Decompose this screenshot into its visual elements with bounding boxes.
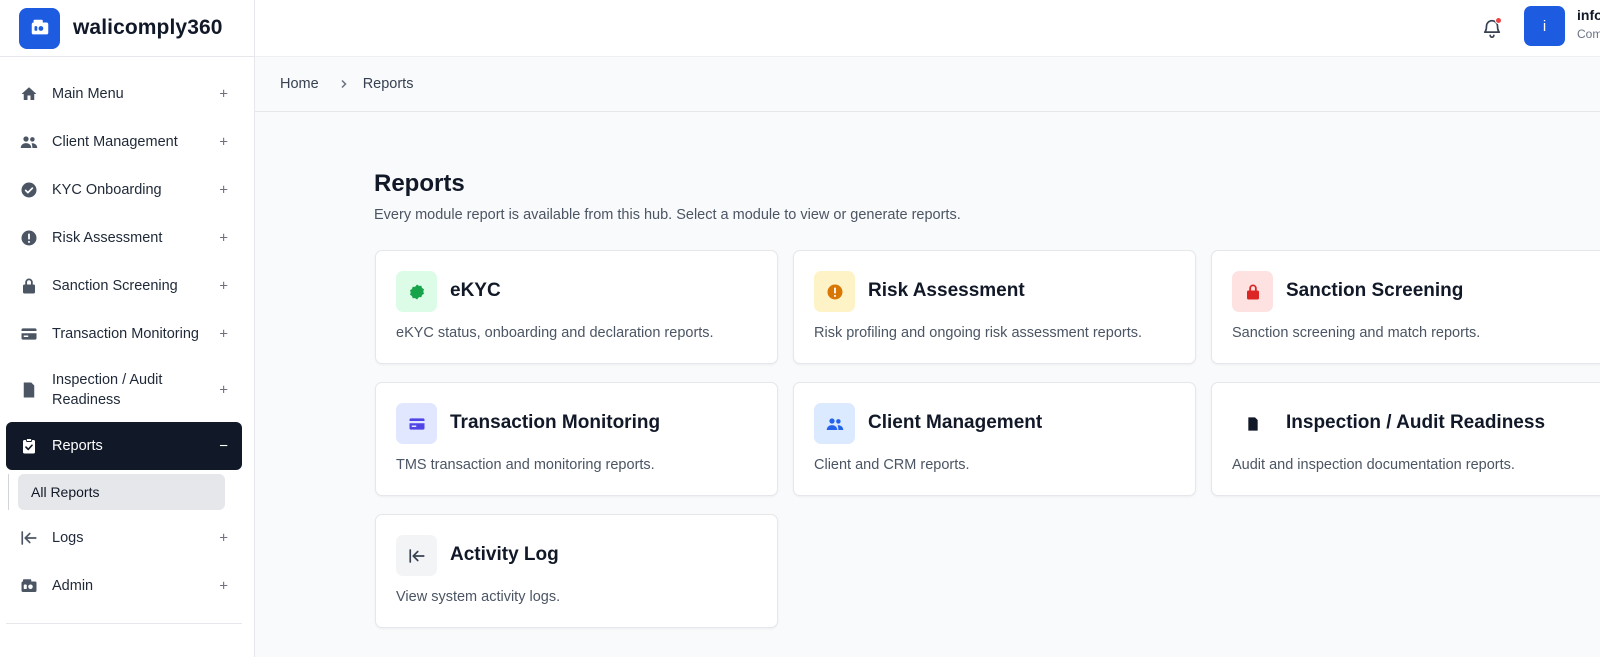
user-name[interactable]: info: [1577, 7, 1600, 23]
arrow-left-bar-icon: [396, 535, 437, 576]
sidebar-nav: Main Menu + Client Management + KYC Onbo…: [6, 70, 242, 610]
report-card-risk-assessment[interactable]: Risk Assessment Risk profiling and ongoi…: [793, 250, 1196, 364]
credit-card-icon: [396, 403, 437, 444]
document-icon: [20, 381, 38, 399]
brand[interactable]: walicomply360: [0, 0, 254, 57]
subnav-item-all-reports[interactable]: All Reports: [18, 474, 225, 510]
expand-icon[interactable]: +: [219, 86, 228, 103]
arrow-left-bar-icon: [20, 529, 38, 547]
sidebar-item-main-menu[interactable]: Main Menu +: [6, 70, 242, 118]
sidebar-item-admin[interactable]: Admin +: [6, 562, 242, 610]
badge-icon: [396, 271, 437, 312]
card-title: Transaction Monitoring: [450, 412, 661, 433]
breadcrumb-current: Reports: [362, 76, 414, 92]
admin-icon: [20, 577, 38, 595]
expand-icon[interactable]: +: [219, 230, 228, 247]
sidebar-item-label: Admin: [52, 578, 94, 594]
user-role: Com: [1577, 27, 1600, 41]
home-icon: [20, 85, 38, 103]
document-icon: [1232, 403, 1273, 444]
report-card-inspection-audit[interactable]: Inspection / Audit Readiness Audit and i…: [1211, 382, 1600, 496]
page-title: Reports: [374, 170, 465, 197]
topbar: i info Com: [255, 0, 1600, 57]
sidebar-item-reports[interactable]: Reports −: [6, 422, 242, 470]
sidebar-item-transaction-monitoring[interactable]: Transaction Monitoring +: [6, 310, 242, 358]
chevron-right-icon: [339, 76, 349, 92]
card-description: TMS transaction and monitoring reports.: [396, 457, 655, 473]
notification-badge: [1495, 17, 1502, 24]
card-description: View system activity logs.: [396, 589, 561, 605]
report-card-sanction-screening[interactable]: Sanction Screening Sanction screening an…: [1211, 250, 1600, 364]
expand-icon[interactable]: +: [219, 382, 228, 399]
sidebar: walicomply360 Main Menu + Client Managem…: [0, 0, 255, 657]
card-title: Sanction Screening: [1286, 280, 1464, 301]
expand-icon[interactable]: +: [219, 578, 228, 595]
sidebar-item-inspection-audit[interactable]: Inspection / Audit Readiness +: [6, 358, 242, 422]
card-description: eKYC status, onboarding and declaration …: [396, 325, 714, 341]
collapse-icon[interactable]: −: [219, 438, 228, 455]
report-card-ekyc[interactable]: eKYC eKYC status, onboarding and declara…: [375, 250, 778, 364]
sidebar-item-label: Client Management: [52, 134, 178, 150]
card-title: Inspection / Audit Readiness: [1286, 412, 1546, 433]
expand-icon[interactable]: +: [219, 326, 228, 343]
bell-icon[interactable]: [1481, 17, 1503, 39]
breadcrumb: Home Reports: [255, 57, 1600, 112]
card-description: Risk profiling and ongoing risk assessme…: [814, 325, 1143, 341]
sidebar-item-label: Reports: [52, 438, 103, 454]
report-card-client-management[interactable]: Client Management Client and CRM reports…: [793, 382, 1196, 496]
sidebar-item-kyc-onboarding[interactable]: KYC Onboarding +: [6, 166, 242, 214]
card-description: Audit and inspection documentation repor…: [1232, 457, 1515, 473]
card-title: Risk Assessment: [868, 280, 1025, 301]
expand-icon[interactable]: +: [219, 134, 228, 151]
breadcrumb-home[interactable]: Home: [280, 76, 319, 92]
users-icon: [20, 133, 38, 151]
reports-subnav: All Reports: [6, 470, 242, 514]
credit-card-icon: [20, 325, 38, 343]
brand-logo-icon: [19, 7, 60, 49]
card-title: Client Management: [868, 412, 1043, 433]
card-description: Sanction screening and match reports.: [1232, 325, 1481, 341]
brand-name: walicomply360: [73, 16, 223, 39]
expand-icon[interactable]: +: [219, 530, 228, 547]
report-card-activity-log[interactable]: Activity Log View system activity logs.: [375, 514, 778, 628]
sidebar-item-label: Risk Assessment: [52, 230, 163, 246]
sidebar-item-risk-assessment[interactable]: Risk Assessment +: [6, 214, 242, 262]
sidebar-item-label: Main Menu: [52, 86, 124, 102]
alert-circle-icon: [814, 271, 855, 312]
sidebar-item-sanction-screening[interactable]: Sanction Screening +: [6, 262, 242, 310]
card-title: Activity Log: [450, 544, 559, 565]
sidebar-divider: [6, 623, 242, 624]
sidebar-item-label: Sanction Screening: [52, 278, 178, 294]
clipboard-check-icon: [20, 437, 38, 455]
lock-icon: [20, 277, 38, 295]
card-description: Client and CRM reports.: [814, 457, 970, 473]
avatar[interactable]: i: [1524, 6, 1565, 46]
users-icon: [814, 403, 855, 444]
expand-icon[interactable]: +: [219, 278, 228, 295]
sidebar-item-label: Logs: [52, 530, 84, 546]
alert-circle-icon: [20, 229, 38, 247]
sidebar-item-label: Inspection / Audit Readiness: [52, 372, 163, 408]
sidebar-item-label: Transaction Monitoring: [52, 326, 199, 342]
expand-icon[interactable]: +: [219, 182, 228, 199]
sidebar-item-label: KYC Onboarding: [52, 182, 162, 198]
lock-icon: [1232, 271, 1273, 312]
sidebar-item-logs[interactable]: Logs +: [6, 514, 242, 562]
sidebar-item-client-management[interactable]: Client Management +: [6, 118, 242, 166]
page-subtitle: Every module report is available from th…: [374, 207, 961, 223]
check-badge-icon: [20, 181, 38, 199]
report-card-transaction-monitoring[interactable]: Transaction Monitoring TMS transaction a…: [375, 382, 778, 496]
card-title: eKYC: [450, 280, 501, 301]
